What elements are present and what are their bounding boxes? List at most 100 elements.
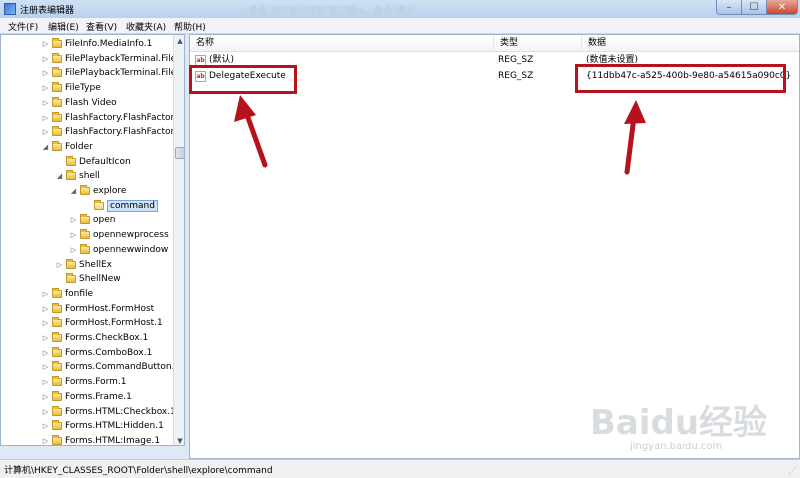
minimize-button[interactable]: –: [716, 0, 742, 15]
folder-icon: [52, 390, 62, 401]
expand-toggle-icon[interactable]: ▷: [41, 114, 50, 122]
tree-item[interactable]: ▷ Forms.HTML:Image.1: [41, 434, 160, 445]
tree-item-label: DefaultIcon: [79, 156, 131, 167]
folder-icon: [52, 96, 62, 107]
expand-toggle-icon[interactable]: ▷: [41, 334, 50, 342]
menu-file[interactable]: 文件(F): [8, 20, 38, 33]
tree-item[interactable]: ▷ fonfile: [41, 287, 93, 301]
expand-toggle-icon[interactable]: ▷: [41, 408, 50, 416]
expand-toggle-icon[interactable]: ◢: [69, 187, 78, 195]
expand-toggle-icon[interactable]: ▷: [41, 290, 50, 298]
tree-scroll-thumb[interactable]: [175, 147, 184, 159]
expand-toggle-icon[interactable]: ▷: [41, 69, 50, 77]
tree-item[interactable]: ▷ FilePlaybackTerminal.FileP: [41, 52, 182, 66]
tree-item-label: open: [93, 215, 116, 226]
tree-item[interactable]: ▷ Forms.CommandButton.1: [41, 360, 180, 374]
menu-bar: 文件(F) 编辑(E) 查看(V) 收藏夹(A) 帮助(H): [0, 18, 800, 34]
tree-item[interactable]: ▷ FilePlaybackTerminal.FileP: [41, 66, 182, 80]
folder-icon: [52, 126, 62, 137]
expand-toggle-icon[interactable]: ▷: [41, 422, 50, 430]
tree-item-label: opennewwindow: [93, 244, 169, 255]
folder-icon: [52, 361, 62, 372]
expand-toggle-icon[interactable]: ◢: [41, 143, 50, 151]
expand-toggle-icon[interactable]: ▷: [41, 55, 50, 63]
maximize-button[interactable]: ☐: [741, 0, 767, 15]
expand-toggle-icon[interactable]: ▷: [41, 305, 50, 313]
tree-item-label: FlashFactory.FlashFactory: [65, 112, 180, 123]
expand-toggle-icon[interactable]: ▷: [41, 378, 50, 386]
column-header-data[interactable]: 数据: [582, 35, 799, 52]
expand-toggle-icon[interactable]: ▷: [69, 246, 78, 254]
menu-view[interactable]: 查看(V): [86, 20, 117, 33]
tree-vertical-scrollbar[interactable]: ▲ ▼: [173, 35, 184, 445]
expand-toggle-icon[interactable]: ▷: [55, 261, 64, 269]
tree-item-label: Forms.Form.1: [65, 377, 127, 388]
name-highlight-box: [189, 65, 297, 94]
expand-toggle-icon[interactable]: ▷: [41, 84, 50, 92]
column-header-name[interactable]: 名称: [190, 35, 494, 52]
expand-toggle-icon[interactable]: ◢: [55, 172, 64, 180]
column-header-type[interactable]: 类型: [494, 35, 582, 52]
tree-item[interactable]: ◢ Folder: [41, 140, 93, 154]
registry-editor-icon: [4, 3, 16, 15]
folder-icon: [52, 332, 62, 342]
tree-item-label: FilePlaybackTerminal.FileP: [65, 68, 182, 79]
scroll-up-icon[interactable]: ▲: [174, 35, 184, 47]
tree-item-label: Forms.Frame.1: [65, 391, 132, 402]
expand-toggle-icon[interactable]: ▷: [41, 437, 50, 445]
resize-grip-icon[interactable]: ⋰: [788, 466, 798, 476]
menu-edit[interactable]: 编辑(E): [48, 20, 79, 33]
expand-toggle-icon[interactable]: ▷: [41, 393, 50, 401]
tree-item[interactable]: ▷ Forms.ComboBox.1: [41, 346, 152, 360]
menu-favorites[interactable]: 收藏夹(A): [126, 20, 166, 33]
folder-icon: [66, 155, 76, 166]
tree-item[interactable]: DefaultIcon: [55, 155, 131, 169]
tree-item[interactable]: ▷ FormHost.FormHost: [41, 302, 154, 316]
tree-item-label: Forms.HTML:Hidden.1: [65, 421, 164, 432]
tree-item-label: explore: [93, 186, 127, 196]
tree-item[interactable]: ▷ Forms.HTML:Checkbox.1: [41, 405, 176, 419]
scroll-down-icon[interactable]: ▼: [174, 435, 184, 445]
tree-item[interactable]: ▷ Forms.Frame.1: [41, 390, 132, 404]
expand-toggle-icon[interactable]: ▷: [41, 349, 50, 357]
data-highlight-box: [575, 64, 786, 93]
folder-icon: [52, 434, 62, 445]
folder-icon: [52, 346, 62, 357]
expand-toggle-icon[interactable]: ▷: [41, 40, 50, 48]
expand-toggle-icon[interactable]: ▷: [41, 99, 50, 107]
tree-item[interactable]: ▷ FlashFactory.FlashFactory: [41, 111, 180, 125]
tree-item[interactable]: ▷ FileInfo.MediaInfo.1: [41, 37, 152, 51]
folder-icon: [66, 170, 76, 181]
tree-item-label: FlashFactory.FlashFactory.: [65, 127, 182, 138]
folder-icon: [94, 199, 104, 210]
tree-item[interactable]: ▷ FileType: [41, 81, 101, 95]
tree-item[interactable]: ▷ FormHost.FormHost.1: [41, 316, 163, 330]
tree-item[interactable]: ShellNew: [55, 272, 121, 286]
tree-item[interactable]: ▷ Forms.Form.1: [41, 375, 126, 389]
tree-item[interactable]: command: [83, 199, 158, 213]
expand-toggle-icon[interactable]: ▷: [41, 128, 50, 136]
tree-item[interactable]: ▷ Flash Video: [41, 96, 117, 110]
menu-help[interactable]: 帮助(H): [174, 20, 206, 33]
tree-item[interactable]: ▷ opennewprocess: [69, 228, 169, 242]
tree-item-label: FilePlaybackTerminal.FileP: [65, 53, 182, 64]
tree-item[interactable]: ◢ explore: [69, 184, 126, 198]
expand-toggle-icon[interactable]: ▷: [69, 231, 78, 239]
tree-item[interactable]: ▷ ShellEx: [55, 258, 112, 272]
background-window-text: ...单击"用户账户控制"窗口确认，单击"确定": [240, 6, 419, 16]
value-type: REG_SZ: [498, 55, 534, 65]
tree-item[interactable]: ◢ shell: [55, 169, 100, 183]
folder-icon: [80, 243, 90, 254]
tree-item[interactable]: ▷ Forms.CheckBox.1: [41, 331, 148, 345]
tree-item[interactable]: ▷ Forms.HTML:Hidden.1: [41, 419, 164, 433]
tree-item[interactable]: ▷ open: [69, 213, 115, 227]
status-bar: 计算机\HKEY_CLASSES_ROOT\Folder\shell\explo…: [0, 459, 800, 478]
expand-toggle-icon[interactable]: ▷: [69, 216, 78, 224]
tree-item[interactable]: ▷ FlashFactory.FlashFactory.: [41, 125, 181, 139]
tree-item-label: FormHost.FormHost: [65, 303, 155, 314]
tree-item-label: Forms.CommandButton.1: [65, 362, 181, 373]
expand-toggle-icon[interactable]: ▷: [41, 319, 50, 327]
close-button[interactable]: ✕: [766, 0, 798, 15]
tree-item[interactable]: ▷ opennewwindow: [69, 243, 168, 257]
expand-toggle-icon[interactable]: ▷: [41, 363, 50, 371]
